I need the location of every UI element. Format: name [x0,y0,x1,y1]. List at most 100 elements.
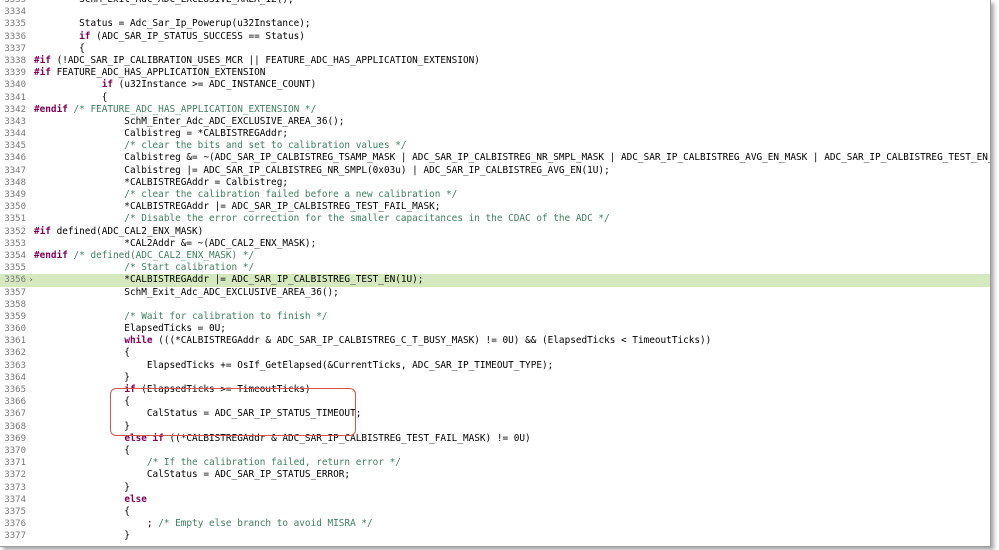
code-line[interactable]: 3354 #endif /* defined(ADC_CAL2_ENX_MASK)… [0,250,990,262]
comment-token: /* clear the calibration failed before a… [34,189,458,200]
code-line[interactable]: 3355 /* Start calibration */ [0,262,990,274]
code-token: ; [34,518,159,530]
code-token: *CALBISTREGAddr = Calbistreg; [34,176,288,188]
code-line[interactable]: 3346 Calbistreg &= ~(ADC_SAR_IP_CALBISTR… [0,152,990,164]
code-token: Calbistreg |= ADC_SAR_IP_CALBISTREG_NR_S… [34,164,610,176]
line-number: 3376 [4,519,26,530]
line-number: 3362 [4,348,26,359]
code-line[interactable]: 3340 if (u32Instance >= ADC_INSTANCE_COU… [0,79,990,91]
code-line[interactable]: 3348 *CALBISTREGAddr = Calbistreg; [0,177,990,189]
code-text-area[interactable]: 3333 SchM_Exit_Adc_ADC_EXCLUSIVE_AREA_12… [0,0,990,542]
code-line[interactable]: 3343 SchM_Enter_Adc_ADC_EXCLUSIVE_AREA_3… [0,116,990,128]
code-text: *CALBISTREGAddr = Calbistreg; [34,177,288,189]
code-text: SchM_Exit_Adc_ADC_EXCLUSIVE_AREA_36(); [34,287,339,299]
code-token: *CALBISTREGAddr |= ADC_SAR_IP_CALBISTREG… [34,274,424,286]
code-text: { [34,43,85,55]
code-text: { [34,92,108,104]
code-line[interactable]: 3342 #endif /* FEATURE_ADC_HAS_APPLICATIO… [0,104,990,116]
preprocessor-token: #endif [34,249,68,261]
code-text: Calbistreg = *CALBISTREGAddr; [34,128,288,140]
line-number: 3354 [4,250,26,261]
code-line[interactable]: 3334 [0,6,990,18]
annotation-highlight-box [110,388,356,436]
code-line[interactable]: 3371 /* If the calibration failed, retur… [0,457,990,469]
code-line[interactable]: 3352 #if defined(ADC_CAL2_ENX_MASK) [0,226,990,238]
code-line[interactable]: 3377 } [0,530,990,542]
code-line[interactable]: 3373 } [0,482,990,494]
code-text: ElapsedTicks += OsIf_GetElapsed(&Current… [34,360,553,372]
code-line[interactable]: 3364 } [0,372,990,384]
code-line[interactable]: 3350 *CALBISTREGAddr |= ADC_SAR_IP_CALBI… [0,201,990,213]
code-line[interactable]: 3375 { [0,506,990,518]
code-editor-window: 3333 SchM_Exit_Adc_ADC_EXCLUSIVE_AREA_12… [0,0,991,547]
code-text: } [34,530,130,542]
code-token: *CAL2Addr &= ~(ADC_CAL2_ENX_MASK); [34,237,317,249]
code-line[interactable]: 3337 { [0,43,990,55]
line-number: 3377 [4,531,26,542]
code-line[interactable]: 3338 #if (!ADC_SAR_IP_CALIBRATION_USES_MC… [0,55,990,67]
code-line[interactable]: 3349 /* clear the calibration failed bef… [0,189,990,201]
code-line[interactable]: 3362 { [0,347,990,359]
code-line[interactable]: 3335 Status = Adc_Sar_Ip_Powerup(u32Inst… [0,18,990,30]
code-token: { [34,347,130,359]
code-token: } [34,371,130,383]
code-line[interactable]: 3361 while (((*CALBISTREGAddr & ADC_SAR_… [0,335,990,347]
code-line[interactable]: 3341 { [0,92,990,104]
code-line[interactable]: 3374 else [0,494,990,506]
code-text: #if FEATURE_ADC_HAS_APPLICATION_EXTENSIO… [34,67,265,79]
code-line[interactable]: 3345 /* clear the bits and set to calibr… [0,140,990,152]
line-number: 3366 [4,397,26,408]
line-number: 3357 [4,287,26,298]
line-number: 3371 [4,458,26,469]
code-token: { [34,42,85,54]
line-number: 3359 [4,311,26,322]
code-line[interactable]: 3357 SchM_Exit_Adc_ADC_EXCLUSIVE_AREA_36… [0,287,990,299]
line-number: 3374 [4,494,26,505]
line-number: 3336 [4,31,26,42]
keyword-token: else [124,493,147,505]
code-line[interactable]: 3360 ElapsedTicks = 0U; [0,323,990,335]
code-token: (ADC_SAR_IP_STATUS_SUCCESS == Status) [90,30,305,42]
code-line[interactable]: 3359 /* Wait for calibration to finish *… [0,311,990,323]
code-line[interactable]: 3351 /* Disable the error correction for… [0,213,990,225]
code-line[interactable]: 3353 *CAL2Addr &= ~(ADC_CAL2_ENX_MASK); [0,238,990,250]
code-token: (u32Instance >= ADC_INSTANCE_COUNT) [113,79,317,91]
code-line[interactable]: 3347 Calbistreg |= ADC_SAR_IP_CALBISTREG… [0,165,990,177]
code-line[interactable]: 3344 Calbistreg = *CALBISTREGAddr; [0,128,990,140]
line-number: 3348 [4,177,26,188]
preprocessor-token: #if [34,67,51,79]
code-line[interactable]: 3376 ; /* Empty else branch to avoid MIS… [0,518,990,530]
code-text: #if defined(ADC_CAL2_ENX_MASK) [34,226,203,238]
code-line[interactable]: 3356 › *CALBISTREGAddr |= ADC_SAR_IP_CALB… [0,274,990,287]
line-number: 3339 [4,68,26,79]
line-number: 3338 [4,55,26,66]
code-token: FEATURE_ADC_HAS_APPLICATION_EXTENSION [50,67,266,79]
code-text: { [34,445,130,457]
code-token: CalStatus = ADC_SAR_IP_STATUS_ERROR; [34,469,351,481]
line-number: 3367 [4,409,26,420]
code-line[interactable]: 3370 { [0,445,990,457]
code-text: /* clear the calibration failed before a… [34,189,457,201]
keyword-token: if [101,79,114,91]
line-number: 3355 [4,263,26,274]
code-token: Status = Adc_Sar_Ip_Powerup(u32Instance)… [34,18,311,30]
line-number: 3373 [4,482,26,493]
code-line[interactable]: 3339 #if FEATURE_ADC_HAS_APPLICATION_EXTE… [0,67,990,79]
line-number: 3364 [4,372,26,383]
line-number: 3342 [4,104,26,115]
keyword-token: if [79,30,91,42]
code-text: #if (!ADC_SAR_IP_CALIBRATION_USES_MCR ||… [34,55,480,67]
code-text: } [34,482,130,494]
comment-token: /* If the calibration failed, return err… [34,457,401,469]
comment-token: /* Empty else branch to avoid MISRA */ [158,518,373,530]
line-number: 3375 [4,506,26,517]
line-number: 3346 [4,153,26,164]
code-line[interactable]: 3363 ElapsedTicks += OsIf_GetElapsed(&Cu… [0,360,990,372]
line-number: 3347 [4,165,26,176]
code-line[interactable]: 3358 [0,299,990,311]
code-line[interactable]: 3372 CalStatus = ADC_SAR_IP_STATUS_ERROR… [0,469,990,481]
code-line[interactable]: 3336 if (ADC_SAR_IP_STATUS_SUCCESS == St… [0,31,990,43]
